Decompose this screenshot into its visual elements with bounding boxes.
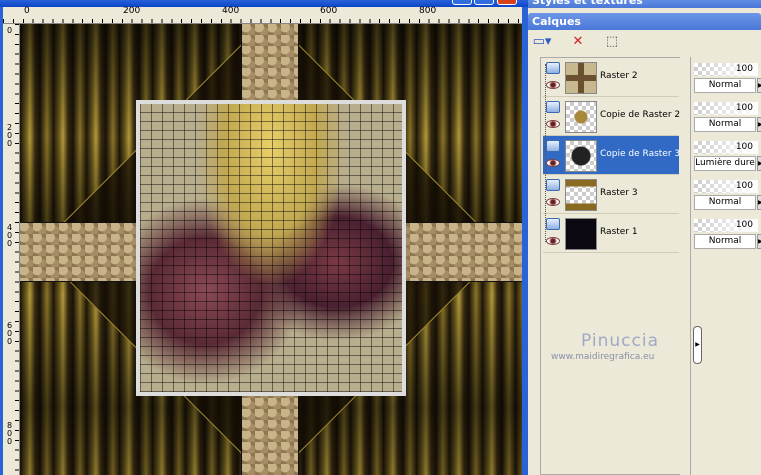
ruler-label: 200 <box>123 6 141 16</box>
layer-thumbnail <box>565 62 597 94</box>
layer-name: Raster 1 <box>600 227 638 237</box>
horizontal-ruler: 0 200 400 600 800 <box>3 7 522 24</box>
ruler-label: 0 <box>7 26 13 35</box>
opacity-slider[interactable]: 100 <box>694 102 758 115</box>
minimize-button[interactable] <box>452 0 472 5</box>
blend-arrow-icon[interactable]: ▶ <box>757 78 761 93</box>
blend-mode-select[interactable]: Lumière dure <box>694 156 756 171</box>
layer-thumbnail <box>565 140 597 172</box>
layer-name: Copie de Raster 2 <box>600 110 681 120</box>
opacity-slider[interactable]: 100 <box>694 141 758 154</box>
layer-props: 100 Normal ▶ <box>693 216 761 252</box>
blend-mode-select[interactable]: Normal <box>694 78 756 93</box>
layer-row-selected[interactable]: Copie de Raster 3 <box>543 136 681 175</box>
mosaic-center-square <box>136 100 406 396</box>
ruler-label: 800 <box>419 6 437 16</box>
layer-row[interactable]: Raster 1 <box>543 214 679 253</box>
ruler-label: 0 <box>24 6 30 16</box>
blend-arrow-icon[interactable]: ▶ <box>757 156 761 171</box>
styles-panel-header[interactable]: Styles et textures <box>528 0 761 8</box>
close-button[interactable] <box>497 0 517 5</box>
window-titlebar <box>0 0 528 7</box>
layers-toolbar: ▭▾ ✕ ⬚ <box>528 30 761 56</box>
layer-thumbnail <box>565 218 597 250</box>
maximize-button[interactable] <box>474 0 494 5</box>
layer-row[interactable]: Raster 2 <box>543 58 679 97</box>
layer-properties: 100 Normal ▶ 100 Normal ▶ 100 Lumière dure ▶ 1… <box>690 57 761 475</box>
layer-name: Raster 2 <box>600 71 638 81</box>
blend-mode-select[interactable]: Normal <box>694 117 756 132</box>
ruler-label: 200 <box>7 123 13 148</box>
blend-mode-select[interactable]: Normal <box>694 195 756 210</box>
ruler-label: 400 <box>7 223 13 248</box>
layer-list: Raster 2 Copie de Raster 2 Copie de Rast… <box>540 57 702 475</box>
layers-panel: Styles et textures Calques ▭▾ ✕ ⬚ Raster… <box>528 0 761 475</box>
blend-arrow-icon[interactable]: ▶ <box>757 234 761 249</box>
ruler-label: 400 <box>222 6 240 16</box>
opacity-slider[interactable]: 100 <box>694 180 758 193</box>
layer-row[interactable]: Copie de Raster 2 <box>543 97 681 136</box>
edit-selection-icon[interactable]: ⬚ <box>602 34 622 52</box>
blend-arrow-icon[interactable]: ▶ <box>757 117 761 132</box>
layers-panel-header[interactable]: Calques <box>528 13 761 30</box>
layer-name: Raster 3 <box>600 188 638 198</box>
ruler-label: 800 <box>7 421 13 446</box>
ruler-label: 600 <box>7 321 13 346</box>
new-layer-icon[interactable]: ▭▾ <box>532 34 552 52</box>
opacity-slider[interactable]: 100 <box>694 219 758 232</box>
opacity-slider[interactable]: 100 <box>694 63 758 76</box>
layer-thumbnail <box>565 101 597 133</box>
blend-mode-select[interactable]: Normal <box>694 234 756 249</box>
watermark-url: www.maidiregrafica.eu <box>551 352 655 362</box>
layer-group-line <box>545 64 551 242</box>
layer-thumbnail <box>565 179 597 211</box>
layer-name: Copie de Raster 3 <box>600 149 681 159</box>
layer-props: 100 Normal ▶ <box>693 177 761 213</box>
ruler-label: 600 <box>320 6 338 16</box>
blend-arrow-icon[interactable]: ▶ <box>757 195 761 210</box>
layer-props: 100 Lumière dure ▶ <box>693 138 761 174</box>
layer-row[interactable]: Raster 3 <box>543 175 679 214</box>
image-canvas[interactable] <box>20 24 522 475</box>
watermark-logo: Pinuccia <box>581 331 659 351</box>
delete-layer-icon[interactable]: ✕ <box>568 34 588 52</box>
layer-props: 100 Normal ▶ <box>693 99 761 135</box>
vertical-ruler: 0 200 400 600 800 <box>3 24 20 475</box>
layer-props: 100 Normal ▶ <box>693 60 761 96</box>
